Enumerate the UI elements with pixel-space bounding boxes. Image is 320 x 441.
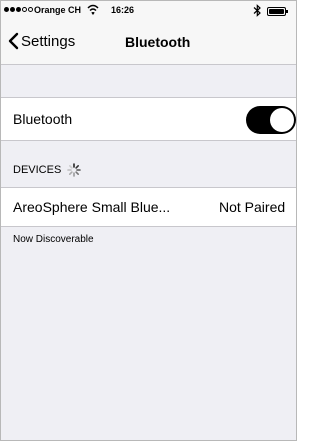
device-name: AreoSphere Small Blue...	[13, 199, 171, 215]
phone-screen: Orange CH 16:26 Settings Bluetooth Bluet…	[0, 0, 297, 441]
device-list-item[interactable]: AreoSphere Small Blue... Not Paired	[1, 187, 296, 227]
devices-header-label: DEVICES	[13, 164, 62, 176]
loading-spinner-icon	[67, 163, 82, 177]
discoverable-status: Now Discoverable	[13, 234, 94, 245]
toggle-knob	[270, 108, 294, 132]
device-pairing-status: Not Paired	[219, 199, 286, 215]
signal-strength-icon	[4, 7, 33, 12]
bluetooth-setting-row: Bluetooth	[1, 97, 296, 141]
page-title: Bluetooth	[125, 34, 191, 50]
battery-icon	[267, 7, 289, 16]
carrier-name: Orange CH	[34, 5, 82, 15]
wifi-icon	[87, 4, 99, 15]
back-button[interactable]: Settings	[7, 32, 75, 50]
chevron-left-icon	[8, 32, 19, 50]
devices-section-header: DEVICES	[13, 163, 82, 177]
back-label: Settings	[21, 32, 76, 50]
status-time: 16:26	[111, 5, 135, 15]
bluetooth-label: Bluetooth	[13, 111, 73, 127]
status-bar: Orange CH 16:26	[1, 1, 296, 21]
bluetooth-icon	[253, 4, 261, 17]
navigation-bar: Settings Bluetooth	[1, 21, 296, 65]
bluetooth-toggle[interactable]	[246, 106, 296, 134]
